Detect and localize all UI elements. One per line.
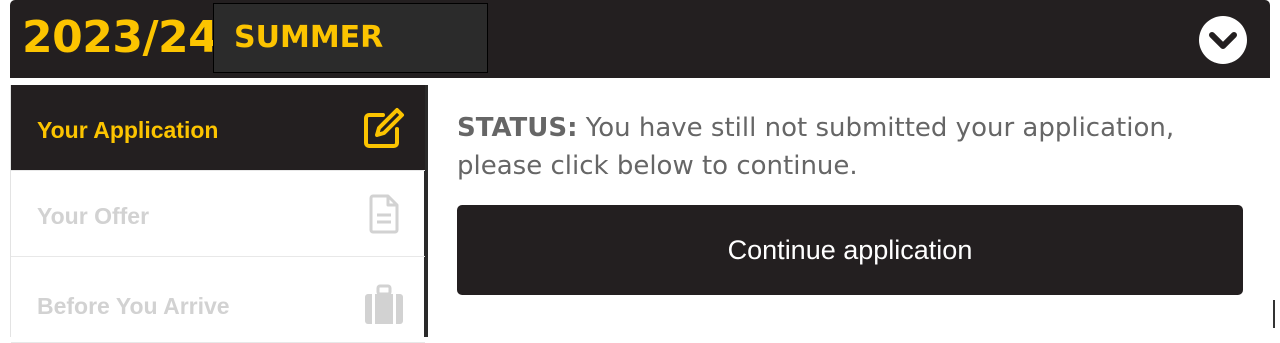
academic-year: 2023/24: [22, 12, 219, 63]
chevron-down-icon: [1209, 32, 1237, 49]
luggage-icon: [365, 284, 403, 324]
edit-icon: [364, 108, 404, 148]
main-panel: STATUS: You have still not submitted you…: [428, 85, 1270, 337]
sidebar-item-before-you-arrive[interactable]: Before You Arrive: [11, 257, 425, 343]
sidebar-item-your-application[interactable]: Your Application: [11, 85, 425, 171]
term-box: SUMMER: [213, 3, 488, 73]
sidebar: Your Application Your Offer Before You A…: [10, 85, 428, 343]
term-label: SUMMER: [234, 20, 384, 55]
expand-toggle-button[interactable]: [1199, 16, 1247, 64]
document-icon: [369, 194, 399, 234]
status-message: STATUS: You have still not submitted you…: [457, 109, 1247, 185]
status-label: STATUS:: [457, 113, 578, 143]
continue-application-button[interactable]: Continue application: [457, 205, 1243, 295]
scrollbar[interactable]: [1273, 300, 1275, 328]
sidebar-item-your-offer[interactable]: Your Offer: [11, 171, 425, 257]
sidebar-item-label: Your Application: [37, 117, 219, 143]
header-bar: 2023/24 SUMMER: [10, 0, 1270, 78]
sidebar-item-label: Before You Arrive: [37, 293, 230, 319]
sidebar-item-label: Your Offer: [37, 203, 150, 229]
